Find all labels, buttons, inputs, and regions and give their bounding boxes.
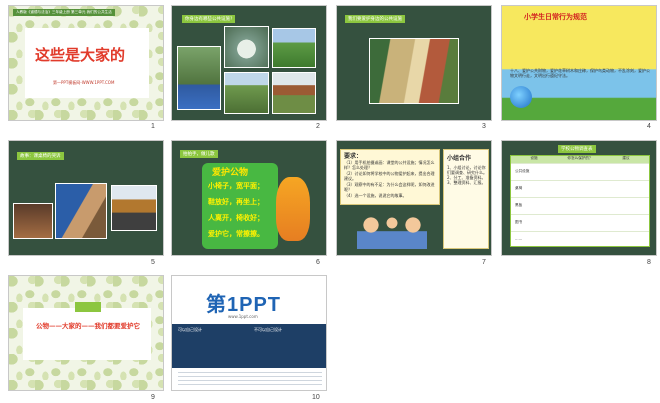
slide-number-9: 9 <box>151 394 155 401</box>
slide-3-tag: 我们要爱护身边的公共设施 <box>345 15 405 23</box>
slide-7-item-3: （3）观察中的有不足：为什么会这样呢，如何改进呢？ <box>344 182 435 192</box>
slide-9-accent-bar <box>75 302 101 312</box>
slide-1-subtitle: 第一PPT模板网-WWW.1PPT.COM <box>53 80 115 85</box>
slide-7-item-4: （4）选一个设施，说说它的故事。 <box>344 193 407 198</box>
slide-5-photo-student <box>55 183 107 239</box>
slide-number-10: 10 <box>312 394 320 401</box>
slide-6-line-4: 爱护它，常擦擦。 <box>208 230 264 238</box>
slide-6-line-3: 人离开，椅收好； <box>208 214 264 222</box>
slide-7-side-box <box>443 149 489 249</box>
slide-number-8: 8 <box>647 259 651 266</box>
slide-thumbnail-2[interactable]: 你身边有哪些公共设施? <box>171 5 327 121</box>
slide-2-photo-pavilion <box>272 72 316 114</box>
slide-5-photo-classroom <box>111 185 157 231</box>
slide-6-line-1: 小椅子，宽平面； <box>208 182 264 190</box>
table-row: 黑板 <box>511 197 649 214</box>
table-row: …… <box>511 231 649 247</box>
slide-6-line-2: 鞋放好，再坐上； <box>208 198 264 206</box>
slide-8-tag: 学校公物调查表 <box>558 145 596 153</box>
slide-3-photo-hallway <box>369 38 459 104</box>
slide-8-col-3: 建议 <box>622 156 630 160</box>
slide-10-logo-sub: www.1ppt.com <box>228 314 258 319</box>
slide-10-logo: 第1PPT <box>206 294 282 316</box>
slide-thumbnail-10[interactable]: 第1PPT www.1ppt.com 可以自己设计 不可以自己设计 <box>171 275 327 391</box>
slide-number-6: 6 <box>316 259 320 266</box>
slide-number-2: 2 <box>316 123 320 130</box>
slide-4-globe-icon <box>510 86 532 108</box>
slide-6-poem-title: 爱护公物 <box>212 168 249 178</box>
slide-4-title: 小学生日常行为规范 <box>524 13 587 21</box>
slide-thumbnail-1[interactable]: 人教版《道德与法治》三年级上册 第三单元 我们的公共生活 这些是大家的 第一PP… <box>8 5 164 121</box>
slide-10-bottom-lines <box>178 372 322 386</box>
slide-thumbnail-4[interactable]: 小学生日常行为规范 十八、爱护公共财物，爱护花草树木和庄稼，保护鸟类动物，不乱涂… <box>501 5 657 121</box>
slide-1-title: 这些是大家的 <box>35 47 126 64</box>
slide-thumbnail-5[interactable]: 故事：课桌椅的哭诉 <box>8 140 164 256</box>
slide-2-photo-lawn <box>272 28 316 68</box>
slide-thumbnail-6[interactable]: 拍拍手，做儿歌 爱护公物 小椅子，宽平面； 鞋放好，再坐上； 人离开，椅收好； … <box>171 140 327 256</box>
slide-5-photo-desk <box>13 203 53 239</box>
slide-10-right-head: 不可以自己设计 <box>254 327 282 332</box>
slide-7-item-1: （1）用手机拍摄或画：课堂的公共设施；情况怎么样？怎么处理？ <box>344 160 435 170</box>
slide-6-tiger-icon <box>276 177 310 241</box>
slide-2-photo-garden <box>224 72 269 114</box>
slide-10-left-head: 可以自己设计 <box>178 327 202 332</box>
slide-thumbnail-3[interactable]: 我们要爱护身边的公共设施 <box>336 5 492 121</box>
slide-7-kids-illustration <box>357 209 427 249</box>
table-row: 图书 <box>511 214 649 231</box>
slide-8-col-1: 设施 <box>530 156 538 160</box>
slide-8-table: 设施 你怎么保护的？ 建议 公共设施 桌椅 黑板 图书 …… <box>510 155 650 247</box>
slide-thumbnail-9[interactable]: 公物——大家的——我们都要爱护它 <box>8 275 164 391</box>
slide-number-7: 7 <box>482 259 486 266</box>
slide-7-side-text: 1、小组讨论，讨论你们要调查、研究什么。2、分工、准备资料。3、整理资料、汇报。 <box>447 165 487 185</box>
slide-8-table-header: 设施 你怎么保护的？ 建议 <box>511 156 649 163</box>
slide-number-1: 1 <box>151 123 155 130</box>
slide-7-side-heading: 小组合作 <box>447 155 472 162</box>
slide-number-3: 3 <box>482 123 486 130</box>
table-row: 桌椅 <box>511 180 649 197</box>
slide-9-text: 公物——大家的——我们都要爱护它 <box>36 322 140 330</box>
slide-number-5: 5 <box>151 259 155 266</box>
slide-thumbnail-7[interactable]: 要求： （1）用手机拍摄或画：课堂的公共设施；情况怎么样？怎么处理？ （2）讨论… <box>336 140 492 256</box>
slide-sorter-view: 人教版《道德与法治》三年级上册 第三单元 我们的公共生活 这些是大家的 第一PP… <box>0 0 660 403</box>
slide-4-body: 十八、爱护公共财物，爱护花草树木和庄稼，保护鸟类动物，不乱涂刻，爱护公物文明行走… <box>510 68 650 78</box>
slide-9-panel <box>23 308 151 360</box>
slide-7-item-2: （2）讨论如何将学校中的公物爱护起来，提出合理建议。 <box>344 171 435 181</box>
slide-7-heading: 要求： <box>344 153 363 160</box>
slide-2-photo-fountain <box>224 26 269 68</box>
slide-2-photo-bikes <box>177 46 221 110</box>
slide-8-col-2: 你怎么保护的？ <box>567 156 593 160</box>
slide-5-tag: 故事：课桌椅的哭诉 <box>17 152 64 160</box>
table-row: 公共设施 <box>511 163 649 180</box>
slide-6-tag: 拍拍手，做儿歌 <box>180 150 218 158</box>
slide-1-header: 人教版《道德与法治》三年级上册 第三单元 我们的公共生活 <box>13 9 115 16</box>
slide-2-tag: 你身边有哪些公共设施? <box>182 15 236 23</box>
slide-thumbnail-8[interactable]: 学校公物调查表 设施 你怎么保护的？ 建议 公共设施 桌椅 黑板 图书 …… <box>501 140 657 256</box>
slide-number-4: 4 <box>647 123 651 130</box>
